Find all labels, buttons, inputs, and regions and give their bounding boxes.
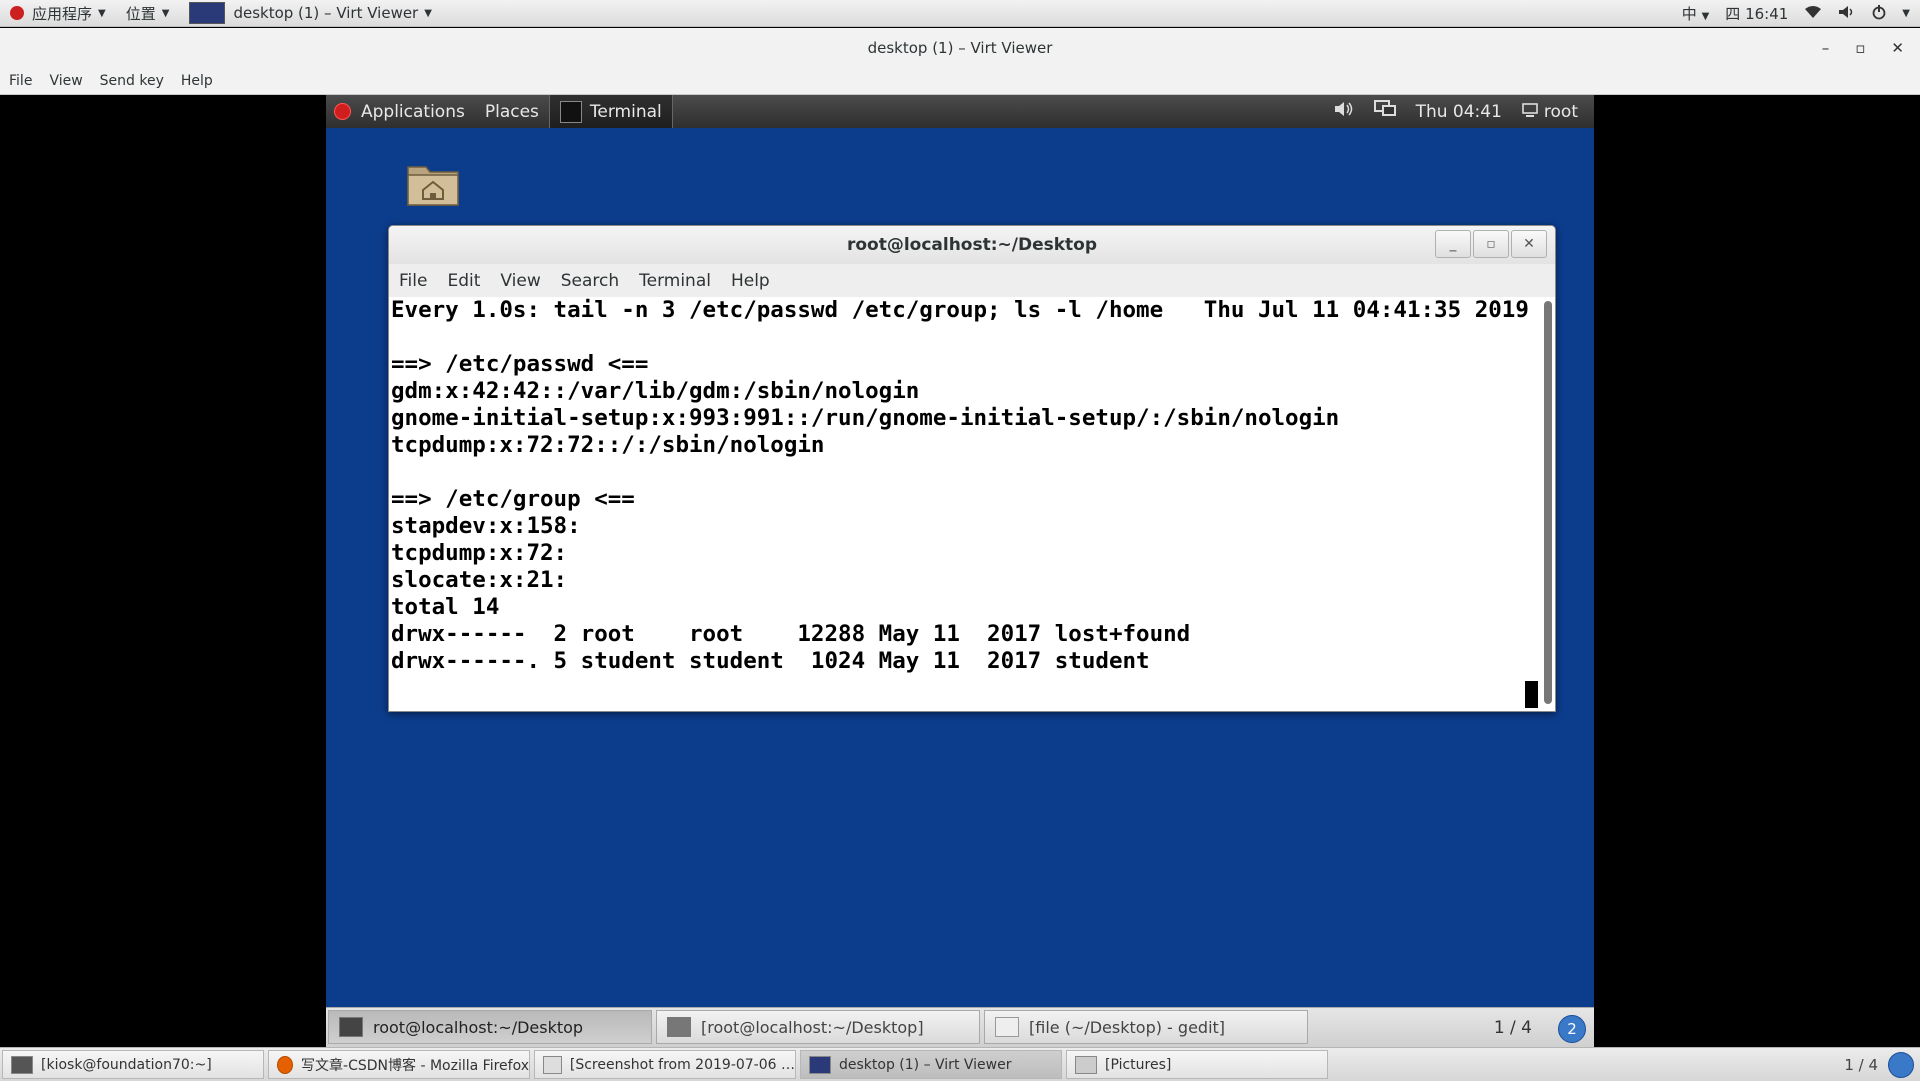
redhat-icon: [334, 103, 351, 120]
terminal-line: gdm:x:42:42::/var/lib/gdm:/sbin/nologin: [391, 378, 920, 404]
caret-down-icon: ▼: [98, 7, 106, 19]
terminal-menu-file[interactable]: File: [389, 271, 437, 291]
terminal-line: total 14: [391, 594, 500, 620]
host-taskbar: [kiosk@foundation70:~] 写文章-CSDN博客 - Mozi…: [0, 1047, 1920, 1081]
guest-task-terminal-active[interactable]: root@localhost:~/Desktop: [328, 1010, 652, 1044]
virt-viewer-menubar: File View Send key Help: [0, 67, 1920, 95]
terminal-titlebar[interactable]: root@localhost:~/Desktop _ ▫ ✕: [389, 226, 1555, 264]
host-task-screenshot[interactable]: [Screenshot from 2019-07-06 …: [534, 1050, 796, 1079]
host-task-terminal[interactable]: [kiosk@foundation70:~]: [2, 1050, 264, 1079]
host-applications-menu[interactable]: 应用程序 ▼: [0, 0, 116, 27]
terminal-menu-edit[interactable]: Edit: [437, 271, 490, 291]
host-top-panel: 应用程序 ▼ 位置 ▼ desktop (1) – Virt Viewer ▼ …: [0, 0, 1920, 27]
terminal-line: tcpdump:x:72:72::/:/sbin/nologin: [391, 432, 825, 458]
virt-viewer-icon: [809, 1055, 831, 1074]
terminal-icon: [559, 100, 582, 123]
terminal-menu-terminal[interactable]: Terminal: [629, 271, 721, 291]
terminal-line: tcpdump:x:72:: [391, 540, 568, 566]
terminal-scrollbar[interactable]: [1544, 301, 1552, 704]
host-window-menu[interactable]: desktop (1) – Virt Viewer ▼: [179, 0, 442, 27]
terminal-line: gnome-initial-setup:x:993:991::/run/gnom…: [391, 405, 1340, 431]
maximize-button[interactable]: ▫: [1855, 39, 1865, 57]
terminal-menu-search[interactable]: Search: [551, 271, 629, 291]
terminal-icon: [11, 1055, 33, 1074]
terminal-line: stapdev:x:158:: [391, 513, 581, 539]
power-icon[interactable]: [1872, 4, 1886, 24]
guest-desktop[interactable]: Applications Places Terminal Thu 04:41 r…: [326, 95, 1594, 1007]
host-task-virt-viewer[interactable]: desktop (1) – Virt Viewer: [800, 1050, 1062, 1079]
terminal-menu-help[interactable]: Help: [721, 271, 780, 291]
menu-help[interactable]: Help: [172, 73, 221, 89]
host-places-menu[interactable]: 位置 ▼: [116, 0, 180, 27]
close-button[interactable]: ✕: [1891, 39, 1904, 57]
guest-applications-menu[interactable]: Applications: [326, 102, 475, 122]
caret-down-icon: ▼: [424, 7, 432, 19]
terminal-line: drwx------. 5 student student 1024 May 1…: [391, 648, 1150, 674]
terminal-line: Every 1.0s: tail -n 3 /etc/passwd /etc/g…: [391, 297, 1529, 323]
terminal-output[interactable]: Every 1.0s: tail -n 3 /etc/passwd /etc/g…: [389, 297, 1538, 711]
terminal-minimize-button[interactable]: _: [1435, 230, 1471, 258]
firefox-icon: [277, 1055, 294, 1074]
terminal-title: root@localhost:~/Desktop: [846, 235, 1098, 255]
guest-user-menu[interactable]: root: [1522, 102, 1578, 122]
text-editor-icon: [995, 1017, 1019, 1037]
guest-terminal-menu[interactable]: Terminal: [548, 95, 673, 128]
virt-viewer-titlebar: desktop (1) – Virt Viewer – ▫ ✕: [0, 28, 1920, 67]
host-clock[interactable]: 四 16:41: [1725, 3, 1788, 24]
wifi-icon[interactable]: [1804, 5, 1822, 23]
terminal-window[interactable]: root@localhost:~/Desktop _ ▫ ✕ File Edit…: [388, 225, 1556, 712]
host-task-pictures[interactable]: [Pictures]: [1066, 1050, 1328, 1079]
caret-down-icon: ▼: [161, 7, 170, 19]
terminal-menubar: File Edit View Search Terminal Help: [389, 264, 1555, 297]
guest-taskbar: root@localhost:~/Desktop [root@localhost…: [326, 1007, 1594, 1048]
workspace-switcher-button[interactable]: [1888, 1052, 1914, 1078]
menu-file[interactable]: File: [0, 73, 40, 89]
image-viewer-icon: [543, 1055, 562, 1074]
volume-icon[interactable]: [1334, 101, 1354, 122]
terminal-line: ==> /etc/passwd <==: [391, 351, 649, 377]
window-thumbnail-icon: [189, 2, 226, 24]
terminal-icon: [667, 1017, 691, 1037]
terminal-icon: [339, 1017, 363, 1037]
network-icon[interactable]: [1373, 100, 1396, 123]
window-title: desktop (1) – Virt Viewer: [867, 38, 1053, 57]
caret-down-icon[interactable]: ▼: [1902, 8, 1910, 19]
terminal-maximize-button[interactable]: ▫: [1473, 230, 1509, 258]
folder-icon: [1075, 1055, 1097, 1074]
guest-places-menu[interactable]: Places: [475, 102, 549, 122]
terminal-menu-view[interactable]: View: [490, 271, 550, 291]
menu-view[interactable]: View: [40, 73, 90, 89]
guest-task-gedit[interactable]: [file (~/Desktop) - gedit]: [984, 1010, 1308, 1044]
menu-send-key[interactable]: Send key: [91, 73, 172, 89]
terminal-cursor: [1525, 681, 1538, 708]
guest-clock[interactable]: Thu 04:41: [1416, 102, 1502, 122]
terminal-close-button[interactable]: ✕: [1511, 230, 1547, 258]
host-task-firefox[interactable]: 写文章-CSDN博客 - Mozilla Firefox: [268, 1050, 530, 1079]
host-workspace-pager[interactable]: 1 / 4: [1844, 1048, 1878, 1081]
terminal-line: ==> /etc/group <==: [391, 486, 635, 512]
terminal-line: drwx------ 2 root root 12288 May 11 2017…: [391, 621, 1191, 647]
minimize-button[interactable]: –: [1822, 39, 1830, 57]
workspace-switcher-button[interactable]: 2: [1558, 1015, 1586, 1043]
volume-icon[interactable]: [1838, 5, 1856, 23]
guest-workspace-pager[interactable]: 1 / 4: [1494, 1008, 1532, 1048]
input-method-indicator[interactable]: 中 ▼: [1682, 3, 1710, 24]
guest-task-terminal[interactable]: [root@localhost:~/Desktop]: [656, 1010, 980, 1044]
redhat-icon: [10, 6, 24, 20]
home-folder-icon[interactable]: [406, 159, 460, 207]
guest-top-panel: Applications Places Terminal Thu 04:41 r…: [326, 95, 1594, 128]
terminal-line: slocate:x:21:: [391, 567, 568, 593]
